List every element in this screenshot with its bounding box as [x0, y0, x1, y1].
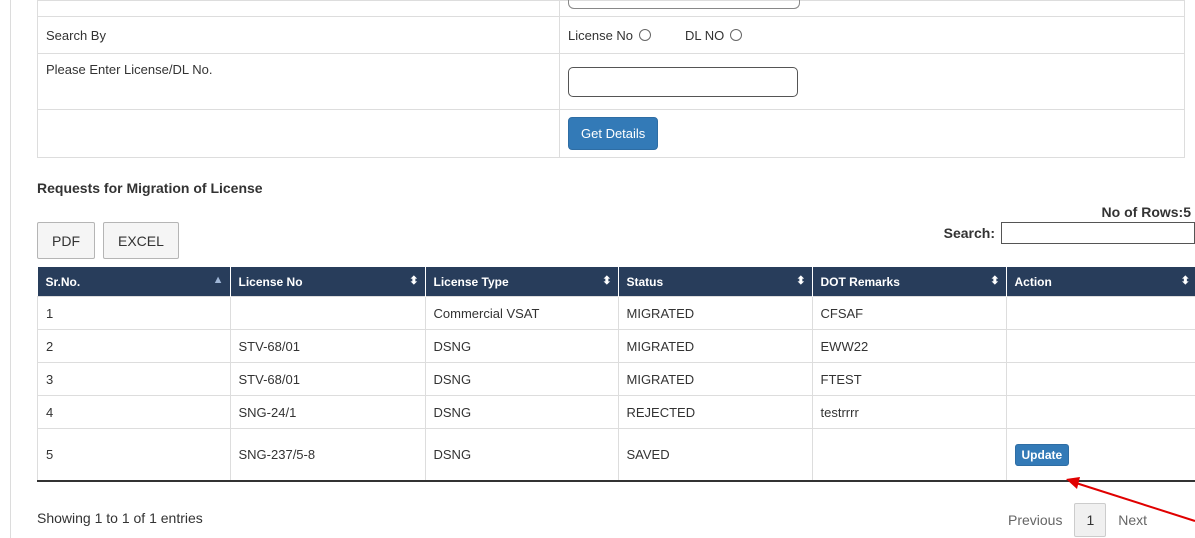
entries-info: Showing 1 to 1 of 1 entries: [37, 510, 203, 526]
cell-sr-no: 4: [37, 395, 231, 429]
table-row: 2 STV-68/01 DSNG MIGRATED EWW22: [37, 329, 1195, 363]
table-row: 3 STV-68/01 DSNG MIGRATED FTEST: [37, 362, 1195, 396]
cell-license-type: DSNG: [424, 428, 619, 482]
sort-icon: ⬍: [409, 275, 419, 287]
radio-license-no[interactable]: [639, 29, 652, 41]
radio-dl-no[interactable]: [730, 29, 743, 41]
cell-dot-remarks: CFSAF: [811, 296, 1007, 330]
cell-status: MIGRATED: [617, 362, 813, 396]
cell-sr-no: 1: [37, 296, 231, 330]
table-search: Search:: [944, 222, 1195, 244]
search-by-label: Search By: [37, 16, 560, 54]
column-header-sr-no[interactable]: Sr.No. ▲: [37, 267, 231, 297]
cell-license-no: [229, 296, 426, 330]
page-number-button[interactable]: 1: [1074, 503, 1107, 537]
table-header-row: Sr.No. ▲ License No ⬍ License Type ⬍ Status…: [37, 267, 1195, 297]
migration-requests-table: Sr.No. ▲ License No ⬍ License Type ⬍ Status…: [37, 267, 1195, 482]
pdf-button[interactable]: PDF: [37, 222, 95, 259]
cell-action: [1005, 296, 1195, 330]
search-form-table: Search By License No DL NO Please Enter …: [37, 0, 1185, 158]
column-header-action[interactable]: Action ⬍: [1006, 267, 1195, 297]
cell-action: [1005, 329, 1195, 363]
cell-status: REJECTED: [617, 395, 813, 429]
cell-sr-no: 5: [37, 428, 231, 482]
column-header-status[interactable]: Status ⬍: [618, 267, 813, 297]
cell-sr-no: 3: [37, 362, 231, 396]
sort-icon: ⬍: [1180, 275, 1190, 287]
column-header-license-no[interactable]: License No ⬍: [230, 267, 426, 297]
license-dl-input[interactable]: [568, 66, 798, 97]
cell-license-type: DSNG: [424, 362, 619, 396]
search-input[interactable]: [1001, 222, 1195, 244]
excel-button[interactable]: EXCEL: [103, 222, 179, 259]
rows-count: No of Rows:5: [1101, 204, 1191, 220]
sort-icon: ⬍: [990, 275, 1000, 287]
cell-action: [1005, 362, 1195, 396]
sort-asc-icon: ▲: [212, 274, 224, 286]
get-details-button[interactable]: Get Details: [568, 117, 659, 150]
section-title: Requests for Migration of License: [37, 180, 263, 196]
column-header-license-type[interactable]: License Type ⬍: [425, 267, 619, 297]
cell-license-no: STV-68/01: [229, 329, 426, 363]
cell-dot-remarks: [811, 428, 1007, 482]
cell-status: SAVED: [617, 428, 813, 482]
sort-icon: ⬍: [602, 275, 612, 287]
cell-status: MIGRATED: [617, 329, 813, 363]
table-row: 1 Commercial VSAT MIGRATED CFSAF: [37, 296, 1195, 330]
cell-dot-remarks: FTEST: [811, 362, 1007, 396]
table-row: 4 SNG-24/1 DSNG REJECTED testrrrr: [37, 395, 1195, 429]
next-page-button[interactable]: Next: [1106, 504, 1159, 536]
enter-license-label: Please Enter License/DL No.: [37, 53, 560, 110]
radio-dl-label: DL NO: [685, 27, 725, 43]
column-header-dot-remarks[interactable]: DOT Remarks ⬍: [812, 267, 1007, 297]
cell-status: MIGRATED: [617, 296, 813, 330]
cell-dot-remarks: testrrrr: [811, 395, 1007, 429]
cell-action: Update: [1005, 428, 1195, 482]
cell-license-type: Commercial VSAT: [424, 296, 619, 330]
radio-license-label: License No: [568, 27, 634, 43]
cell-action: [1005, 395, 1195, 429]
cell-license-no: STV-68/01: [229, 362, 426, 396]
search-label: Search:: [943, 225, 995, 241]
search-by-radio-group: License No DL NO: [568, 28, 1176, 43]
cell-license-type: DSNG: [424, 395, 619, 429]
pagination: Previous 1 Next: [996, 503, 1159, 537]
cell-sr-no: 2: [37, 329, 231, 363]
left-border-rule: [10, 0, 11, 538]
cell-dot-remarks: EWW22: [811, 329, 1007, 363]
sort-icon: ⬍: [796, 275, 806, 287]
table-row: 5 SNG-237/5-8 DSNG SAVED Update: [37, 428, 1195, 482]
cell-license-no: SNG-237/5-8: [229, 428, 426, 482]
previous-page-button[interactable]: Previous: [996, 504, 1074, 536]
update-button[interactable]: Update: [1014, 443, 1070, 466]
export-buttons: PDF EXCEL: [37, 222, 179, 259]
cell-license-type: DSNG: [424, 329, 619, 363]
top-field-partial[interactable]: [568, 0, 800, 9]
cell-license-no: SNG-24/1: [229, 395, 426, 429]
